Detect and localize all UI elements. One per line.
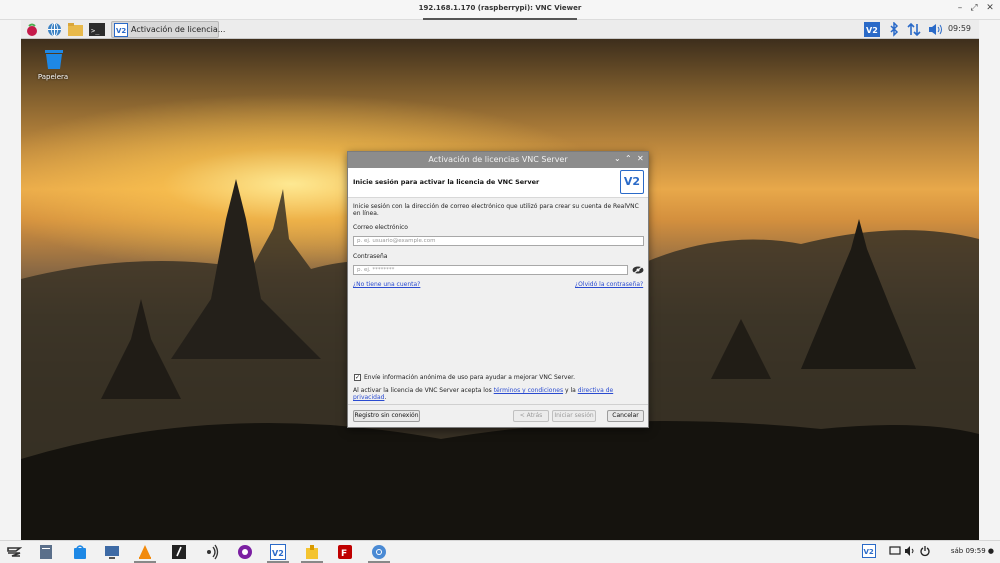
- eye-slash-icon[interactable]: [632, 265, 644, 275]
- remote-desktop[interactable]: >_ V2 Activación de licencia... V2 09:59…: [21, 20, 979, 540]
- dialog-titlebar[interactable]: Activación de licencias VNC Server ⌄ ⌃ ✕: [348, 152, 648, 168]
- display-icon[interactable]: [889, 544, 905, 560]
- restore-button[interactable]: ⤢: [968, 3, 980, 13]
- vnc-viewer-title: 192.168.1.170 (raspberrypi): VNC Viewer: [418, 4, 582, 12]
- trash-label: Papelera: [37, 73, 69, 81]
- volume-icon[interactable]: [904, 544, 920, 560]
- vnc-viewer-icon[interactable]: V2: [270, 544, 286, 560]
- archive-icon[interactable]: [304, 544, 320, 560]
- password-label: Contraseña: [353, 253, 388, 260]
- trash-icon: [45, 50, 63, 69]
- sign-in-button[interactable]: Iniciar sesión: [552, 410, 596, 422]
- anonymous-usage-checkbox[interactable]: ✓: [354, 374, 361, 381]
- terms-text-line2: privacidad.: [353, 394, 386, 401]
- top-panel: >_ V2 Activación de licencia... V2 09:59: [21, 20, 979, 39]
- web-browser-icon[interactable]: [47, 22, 62, 37]
- vnc-server-tray-icon[interactable]: V2: [862, 544, 878, 560]
- filezilla-icon[interactable]: F: [337, 544, 353, 560]
- anonymous-usage-label: Envíe información anónima de uso para ay…: [364, 374, 575, 381]
- dialog-header: Inicie sesión para activar la licencia d…: [348, 168, 648, 198]
- vnc-logo-icon: V2: [620, 170, 644, 194]
- raspberry-menu-icon[interactable]: [25, 22, 39, 37]
- terms-prefix: Al activar la licencia de VNC Server ace…: [353, 387, 492, 394]
- chevron-up-icon[interactable]: ⌃: [625, 154, 632, 163]
- volume-icon[interactable]: [928, 22, 944, 37]
- svg-text:F: F: [341, 549, 347, 559]
- close-button[interactable]: ✕: [984, 3, 996, 13]
- task-button-license-activation[interactable]: V2 Activación de licencia...: [111, 21, 225, 38]
- offline-registration-button[interactable]: Registro sin conexión: [353, 410, 420, 422]
- cancel-button[interactable]: Cancelar: [607, 410, 644, 422]
- dialog-title: Activación de licencias VNC Server: [428, 155, 568, 164]
- terminal-icon[interactable]: >_: [89, 22, 105, 37]
- email-field[interactable]: p. ej. usuario@example.com: [353, 236, 644, 246]
- panel-clock[interactable]: 09:59: [948, 24, 971, 33]
- media-player-icon[interactable]: [237, 544, 253, 560]
- host-taskbar: V2 F V2 sáb 09:59 ●: [0, 540, 1000, 563]
- intro-text-line1: Inicie sesión con la dirección de correo…: [353, 203, 639, 210]
- software-store-icon[interactable]: [72, 544, 88, 560]
- email-label: Correo electrónico: [353, 224, 408, 231]
- no-account-link[interactable]: ¿No tiene una cuenta?: [353, 281, 420, 288]
- svg-text:>_: >_: [91, 27, 100, 35]
- broadcast-icon[interactable]: [204, 544, 220, 560]
- terms-suffix: .: [384, 394, 387, 401]
- vnc-viewer-titlebar: 192.168.1.170 (raspberrypi): VNC Viewer …: [0, 0, 1000, 20]
- license-activation-dialog: Activación de licencias VNC Server ⌄ ⌃ ✕…: [347, 151, 649, 428]
- network-icon[interactable]: [907, 22, 921, 37]
- vnc-server-icon[interactable]: V2: [864, 22, 880, 37]
- taskbar-clock[interactable]: sáb 09:59 ●: [951, 547, 994, 555]
- back-button[interactable]: < Atrás: [513, 410, 549, 422]
- svg-text:V2: V2: [116, 27, 126, 35]
- chevron-down-icon[interactable]: ⌄: [614, 154, 621, 163]
- svg-text:V2: V2: [866, 26, 878, 35]
- trash-desktop-icon[interactable]: Papelera: [31, 48, 75, 88]
- privacy-link-part1[interactable]: directiva de: [578, 387, 613, 394]
- power-icon[interactable]: [919, 544, 935, 560]
- close-icon[interactable]: ✕: [637, 154, 644, 163]
- terms-middle: y la: [565, 387, 576, 394]
- vnc-server-icon: V2: [114, 23, 128, 37]
- minimize-button[interactable]: –: [954, 3, 966, 13]
- chromium-icon[interactable]: [371, 544, 387, 560]
- dialog-divider: [348, 404, 648, 405]
- forgot-password-link[interactable]: ¿Olvidó la contraseña?: [575, 281, 643, 288]
- bluetooth-icon[interactable]: [889, 22, 899, 37]
- files-icon[interactable]: [38, 544, 54, 560]
- svg-text:V2: V2: [864, 548, 874, 556]
- task-button-label: Activación de licencia...: [131, 25, 226, 34]
- remote-desktop-icon[interactable]: [104, 544, 120, 560]
- terms-text: Al activar la licencia de VNC Server ace…: [353, 387, 613, 394]
- svg-text:V2: V2: [272, 549, 284, 558]
- vlc-icon[interactable]: [137, 544, 153, 560]
- dialog-heading: Inicie sesión para activar la licencia d…: [353, 178, 540, 186]
- terms-link[interactable]: términos y condiciones: [494, 387, 563, 394]
- intro-text-line2: en línea.: [353, 210, 379, 217]
- text-editor-icon[interactable]: [171, 544, 187, 560]
- zorin-menu-icon[interactable]: [6, 544, 22, 560]
- password-field[interactable]: p. ej. ********: [353, 265, 628, 275]
- file-manager-icon[interactable]: [67, 22, 84, 37]
- privacy-link-part2[interactable]: privacidad: [353, 394, 384, 401]
